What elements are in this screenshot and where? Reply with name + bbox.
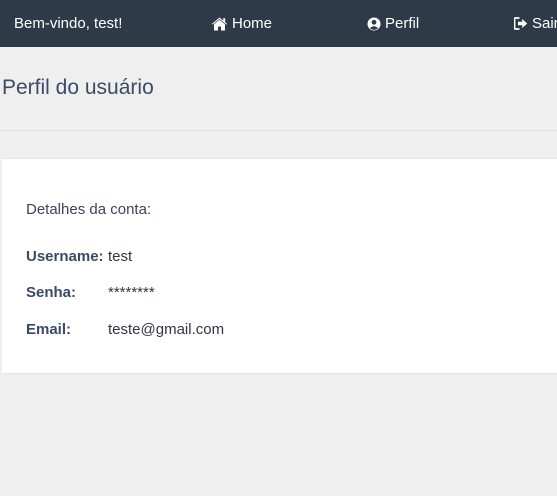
home-icon — [211, 17, 228, 31]
home-link-label: Home — [232, 15, 273, 32]
email-label: Email: — [26, 321, 72, 338]
sign-out-icon — [514, 17, 528, 30]
logout-link[interactable]: Sair — [514, 0, 557, 47]
welcome-text: Bem-vindo, test! — [14, 15, 123, 32]
password-label: Senha: — [26, 284, 77, 301]
username-label: Username: — [26, 248, 104, 265]
profile-link-label: Perfil — [385, 15, 420, 32]
page-header: Perfil do usuário — [0, 47, 557, 131]
top-navbar: Bem-vindo, test! Home Perfil Sair — [0, 0, 557, 47]
page-title: Perfil do usuário — [2, 76, 154, 99]
account-details-card: Detalhes da conta: Username: test Senha:… — [2, 158, 557, 374]
profile-link[interactable]: Perfil — [367, 0, 419, 47]
logout-link-label: Sair — [532, 15, 557, 32]
username-value: test — [108, 248, 133, 265]
home-link[interactable]: Home — [211, 0, 272, 47]
password-value: ******** — [108, 284, 155, 301]
email-value: teste@gmail.com — [108, 321, 225, 338]
user-circle-icon — [367, 17, 381, 31]
account-details-heading: Detalhes da conta: — [26, 201, 152, 218]
